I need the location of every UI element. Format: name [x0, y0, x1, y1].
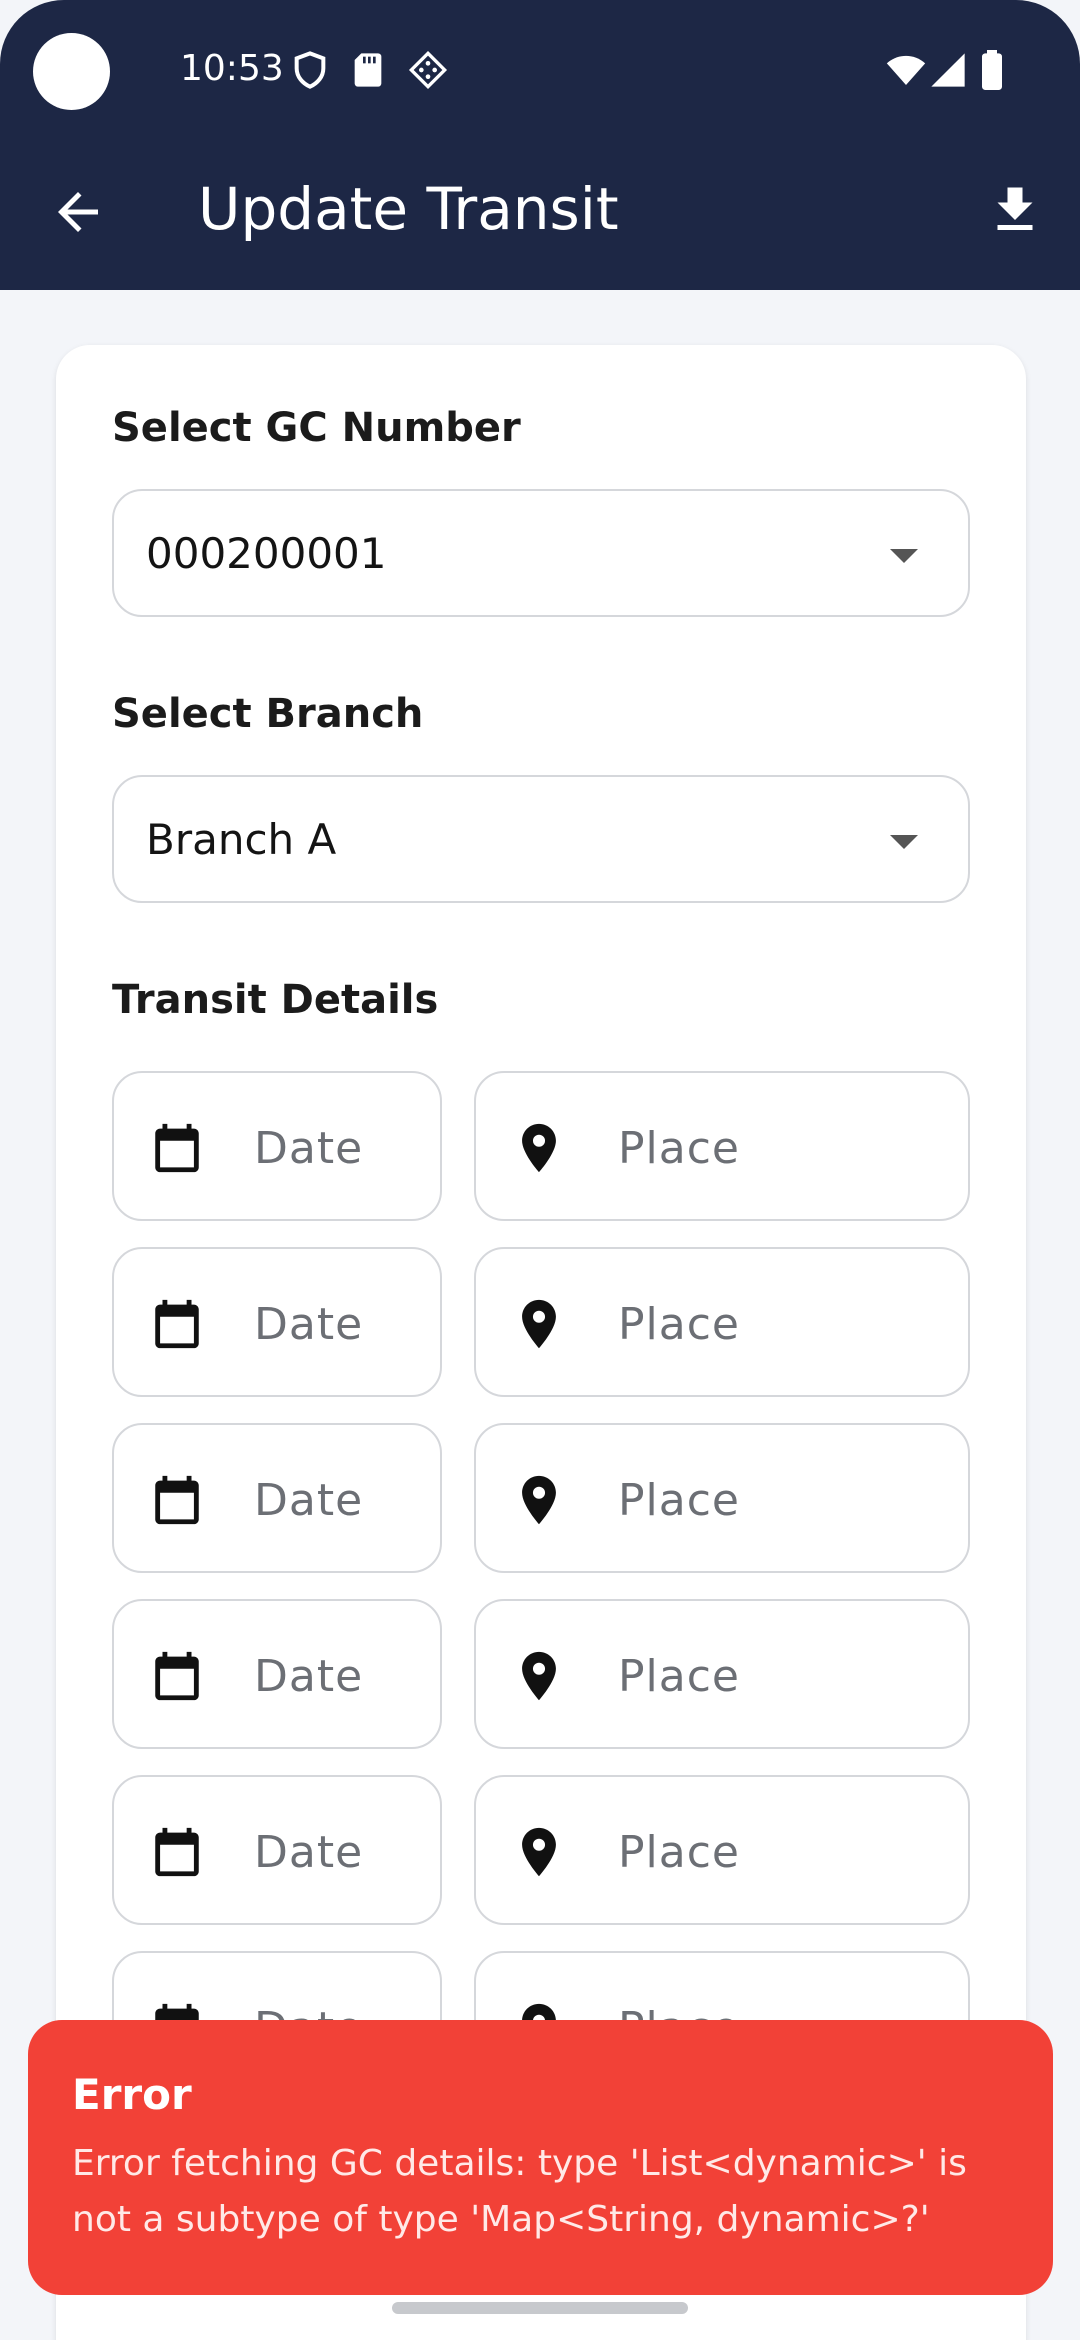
status-time: 10:53	[180, 48, 284, 89]
place-placeholder: Place	[618, 1651, 740, 1702]
arrow-back-icon[interactable]	[48, 182, 108, 242]
date-placeholder: Date	[254, 1475, 364, 1526]
dropdown-arrow-icon	[890, 835, 918, 849]
location-pin-icon	[522, 1299, 556, 1349]
dropdown-arrow-icon	[890, 549, 918, 563]
date-placeholder: Date	[254, 1827, 364, 1878]
location-pin-icon	[522, 1475, 556, 1525]
date-field[interactable]: Date	[112, 1247, 442, 1397]
gc-number-dropdown[interactable]: 000200001	[112, 489, 970, 617]
home-indicator[interactable]	[392, 2302, 688, 2314]
branch-dropdown[interactable]: Branch A	[112, 775, 970, 903]
place-placeholder: Place	[618, 1475, 740, 1526]
place-field[interactable]: Place	[474, 1775, 970, 1925]
transit-details-label: Transit Details	[112, 977, 439, 1023]
date-placeholder: Date	[254, 1123, 364, 1174]
location-pin-icon	[522, 1827, 556, 1877]
place-placeholder: Place	[618, 1123, 740, 1174]
status-bar: 10:53	[0, 0, 1080, 140]
date-placeholder: Date	[254, 1651, 364, 1702]
page-title: Update Transit	[198, 175, 619, 243]
place-field[interactable]: Place	[474, 1599, 970, 1749]
gc-number-value: 000200001	[146, 529, 387, 578]
signal-icon	[931, 53, 965, 87]
place-field[interactable]: Place	[474, 1071, 970, 1221]
download-icon[interactable]	[985, 180, 1045, 240]
battery-icon	[982, 50, 1002, 90]
diamond-pattern-icon	[408, 50, 448, 90]
date-field[interactable]: Date	[112, 1423, 442, 1573]
calendar-icon	[155, 1475, 199, 1525]
branch-value: Branch A	[146, 815, 337, 864]
location-pin-icon	[522, 1651, 556, 1701]
calendar-icon	[155, 1827, 199, 1877]
camera-cutout	[33, 33, 110, 110]
date-field[interactable]: Date	[112, 1071, 442, 1221]
snackbar-message: Error fetching GC details: type 'List<dy…	[72, 2143, 967, 2240]
place-placeholder: Place	[618, 1299, 740, 1350]
place-field[interactable]: Place	[474, 1247, 970, 1397]
calendar-icon	[155, 1123, 199, 1173]
date-field[interactable]: Date	[112, 1599, 442, 1749]
wifi-icon	[886, 55, 926, 85]
sd-card-icon	[354, 53, 382, 87]
snackbar-title: Error	[72, 2070, 192, 2119]
gc-number-label: Select GC Number	[112, 405, 521, 451]
error-snackbar[interactable]: Error Error fetching GC details: type 'L…	[28, 2020, 1053, 2295]
calendar-icon	[155, 1299, 199, 1349]
calendar-icon	[155, 1651, 199, 1701]
app-screen: 10:53 Update Transit Select GC Number 00…	[0, 0, 1080, 2340]
branch-label: Select Branch	[112, 691, 424, 737]
date-placeholder: Date	[254, 1299, 364, 1350]
app-bar: 10:53 Update Transit	[0, 0, 1080, 290]
place-placeholder: Place	[618, 1827, 740, 1878]
place-field[interactable]: Place	[474, 1423, 970, 1573]
shield-icon	[294, 51, 326, 89]
date-field[interactable]: Date	[112, 1775, 442, 1925]
location-pin-icon	[522, 1123, 556, 1173]
